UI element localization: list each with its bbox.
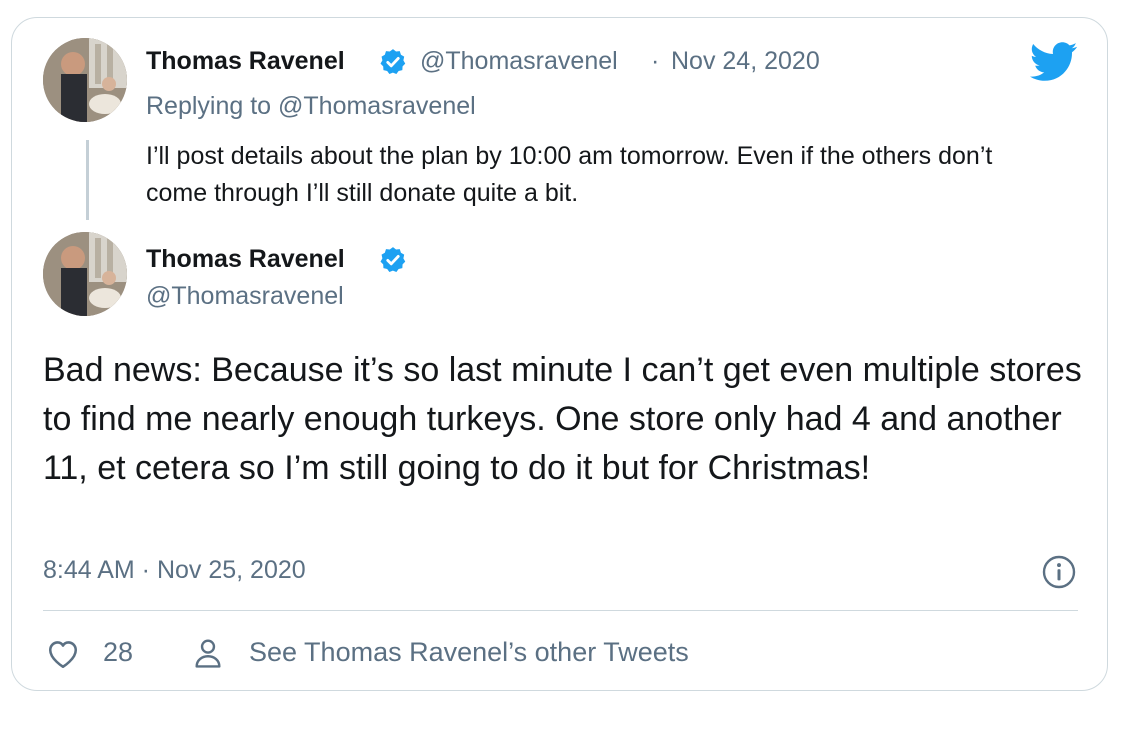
tweet-date[interactable]: Nov 24, 2020 [671, 47, 820, 76]
like-count[interactable]: 28 [103, 637, 133, 668]
separator-dot: · [651, 47, 660, 75]
info-icon[interactable] [1041, 554, 1077, 590]
replying-to[interactable]: Replying to @Thomasravenel [146, 92, 476, 121]
author-name[interactable]: Thomas Ravenel [146, 47, 345, 76]
tweet-text: Bad news: Because it’s so last minute I … [43, 351, 1082, 487]
heart-icon[interactable] [45, 636, 81, 672]
divider [43, 610, 1078, 611]
thread-connector [86, 140, 89, 220]
tweet-timestamp[interactable]: 8:44 AM · Nov 25, 2020 [43, 556, 306, 585]
verified-badge-icon [380, 49, 406, 75]
twitter-bird-icon[interactable] [1030, 42, 1078, 82]
person-icon[interactable] [191, 634, 225, 672]
avatar[interactable] [43, 38, 127, 122]
author-handle[interactable]: @Thomasravenel [420, 47, 618, 76]
reply-tweet-text: I’ll post details about the plan by 10:0… [146, 142, 993, 207]
verified-badge-icon [380, 247, 406, 273]
author-name[interactable]: Thomas Ravenel [146, 245, 345, 274]
profile-link[interactable]: See Thomas Ravenel’s other Tweets [249, 637, 689, 668]
avatar[interactable] [43, 232, 127, 316]
author-handle[interactable]: @Thomasravenel [146, 282, 344, 311]
